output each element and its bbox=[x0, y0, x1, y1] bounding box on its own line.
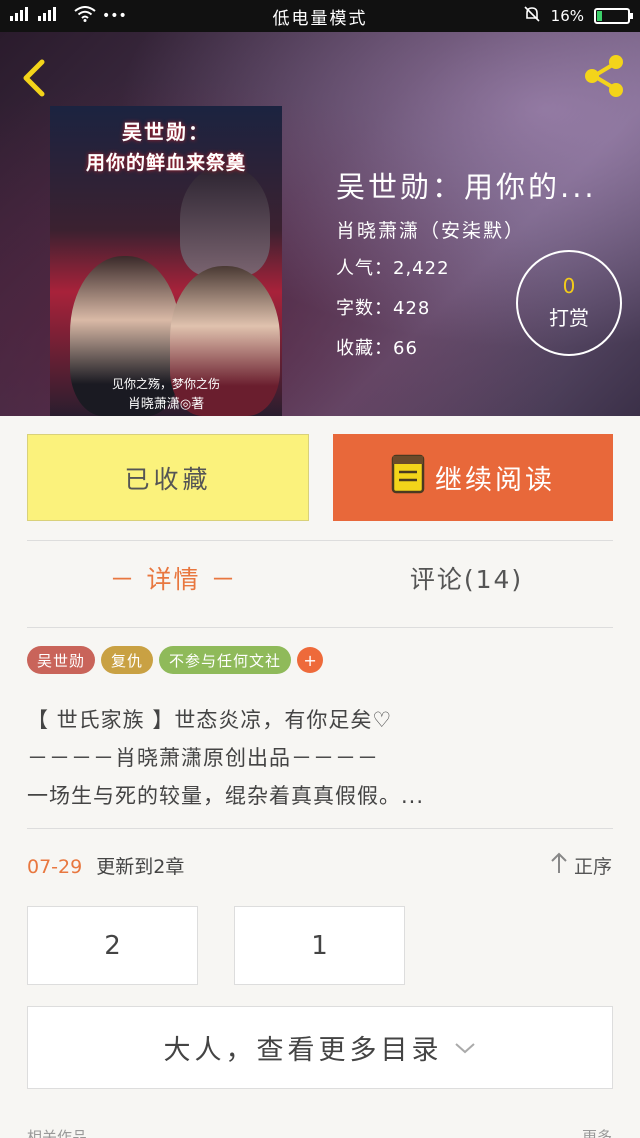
chevron-left-icon bbox=[23, 59, 45, 97]
cover-tagline: 见你之殇，梦你之伤 bbox=[111, 377, 220, 391]
description-line-3[interactable]: 一场生与死的较量，绲杂着真真假假。... bbox=[27, 780, 613, 810]
share-icon bbox=[585, 55, 623, 97]
status-left: ••• bbox=[10, 6, 240, 26]
collected-label: 已收藏 bbox=[124, 464, 212, 494]
chapter-item[interactable]: 1 bbox=[234, 906, 405, 985]
divider bbox=[27, 540, 613, 541]
add-tag-button[interactable]: + bbox=[297, 647, 324, 673]
tab-comments[interactable]: 评论(14) bbox=[320, 560, 613, 596]
chapter-item[interactable]: 2 bbox=[27, 906, 198, 985]
sort-order-label: 正序 bbox=[573, 856, 612, 878]
tip-button[interactable]: 0 打赏 bbox=[516, 250, 622, 356]
book-header: 吴世勋： 用你的鲜血来祭奠 见你之殇，梦你之伤 肖晓萧潇◎著 吴世勋：用你的..… bbox=[0, 32, 640, 416]
tip-count: 0 bbox=[562, 274, 576, 298]
cover-figure-left bbox=[70, 256, 180, 416]
arrow-up-icon bbox=[550, 852, 568, 879]
book-cover[interactable]: 吴世勋： 用你的鲜血来祭奠 见你之殇，梦你之伤 肖晓萧潇◎著 bbox=[50, 106, 282, 416]
tip-label: 打赏 bbox=[549, 306, 589, 330]
battery-icon bbox=[594, 8, 633, 24]
chevron-down-icon bbox=[453, 1032, 477, 1063]
tab-detail[interactable]: － 详情 － bbox=[27, 560, 320, 596]
book-icon bbox=[391, 454, 425, 501]
view-more-label: 大人，查看更多目录 bbox=[163, 1035, 443, 1066]
cover-author: 肖晓萧潇◎著 bbox=[127, 397, 205, 412]
more-dots-icon: ••• bbox=[102, 8, 127, 24]
back-button[interactable] bbox=[14, 54, 58, 102]
sort-order-button[interactable]: 正序 bbox=[550, 852, 612, 879]
status-bar: ••• 低电量模式 16% bbox=[0, 0, 640, 32]
popularity-stat: 人气：2,422 bbox=[336, 258, 450, 279]
related-works-label: 相关作品 bbox=[27, 1128, 88, 1138]
update-text: 更新到2章 bbox=[96, 856, 185, 878]
update-date: 07-29 bbox=[27, 856, 83, 878]
cover-title-line1: 吴世勋： bbox=[122, 120, 210, 144]
tag-list: 吴世勋 复仇 不参与任何文社 + bbox=[27, 646, 324, 674]
divider bbox=[27, 627, 613, 628]
book-author[interactable]: 肖晓萧潇（安柒默） bbox=[336, 216, 525, 243]
power-mode-label: 低电量模式 bbox=[272, 8, 368, 29]
cover-title-line2: 用你的鲜血来祭奠 bbox=[85, 152, 246, 174]
share-button[interactable] bbox=[580, 52, 628, 100]
collected-button[interactable]: 已收藏 bbox=[27, 434, 309, 521]
signal-icon bbox=[10, 6, 68, 26]
update-info: 07-29 更新到2章 bbox=[27, 852, 184, 879]
tag-chip[interactable]: 不参与任何文社 bbox=[159, 646, 292, 674]
favorites-stat: 收藏：66 bbox=[336, 338, 418, 359]
battery-level bbox=[597, 11, 602, 21]
cover-figure-top bbox=[180, 166, 270, 276]
tag-chip[interactable]: 复仇 bbox=[101, 646, 154, 674]
wifi-icon bbox=[74, 6, 96, 26]
status-right: 16% bbox=[400, 5, 633, 27]
continue-reading-button[interactable]: 继续阅读 bbox=[333, 434, 613, 521]
mute-bell-icon bbox=[523, 5, 541, 27]
divider bbox=[27, 828, 613, 829]
description-line-1: 【 世氏家族 】世态炎凉，有你足矣♡ bbox=[27, 708, 393, 732]
continue-reading-label: 继续阅读 bbox=[435, 465, 555, 496]
description-line-2: －－－－肖晓萧潇原创出品－－－－ bbox=[27, 746, 379, 770]
book-title: 吴世勋：用你的... bbox=[336, 170, 597, 204]
tag-chip[interactable]: 吴世勋 bbox=[27, 646, 96, 674]
view-more-chapters-button[interactable]: 大人，查看更多目录 bbox=[27, 1006, 613, 1089]
more-link[interactable]: 更多 bbox=[582, 1126, 612, 1138]
word-count-stat: 字数：428 bbox=[336, 298, 431, 319]
battery-percent: 16% bbox=[550, 7, 584, 25]
